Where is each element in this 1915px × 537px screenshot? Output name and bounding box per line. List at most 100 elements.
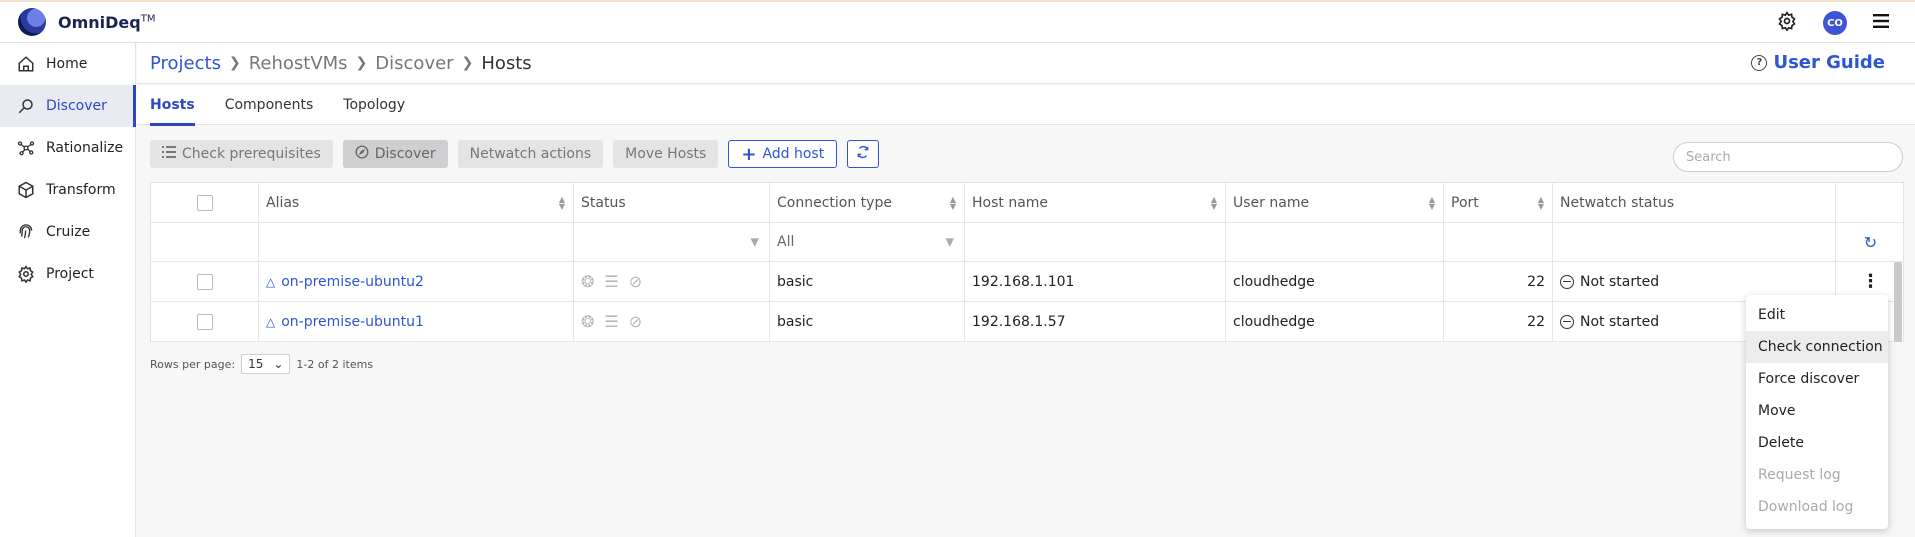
column-header-status: Status <box>574 183 770 222</box>
column-header-host-name[interactable]: Host name ▲ ▼ <box>965 183 1226 222</box>
check-prerequisites-button[interactable]: Check prerequisites <box>150 140 333 168</box>
compass-icon <box>355 145 369 163</box>
user-guide-link[interactable]: ? User Guide <box>1751 52 1885 73</box>
sidebar-item-label: Project <box>46 266 94 282</box>
refresh-icon <box>856 145 870 163</box>
refresh-icon[interactable]: ↻ <box>1843 233 1898 252</box>
sidebar-item-home[interactable]: Home <box>0 43 135 85</box>
filter-cell <box>151 223 259 261</box>
breadcrumb-project[interactable]: RehostVMs <box>249 53 348 74</box>
menu-item-delete[interactable]: Delete <box>1746 427 1888 459</box>
sidebar-item-transform[interactable]: Transform <box>0 169 135 211</box>
connection-type-cell: basic <box>770 262 965 301</box>
menu-item-check-connection[interactable]: Check connection <box>1746 331 1888 363</box>
sidebar-item-project[interactable]: Project <box>0 253 135 295</box>
host-name-filter[interactable] <box>965 223 1226 261</box>
table-scrollbar[interactable] <box>1894 262 1902 342</box>
filter-refresh-cell[interactable]: ↻ <box>1836 223 1905 261</box>
sidebar-item-rationalize[interactable]: Rationalize <box>0 127 135 169</box>
table-filter-row: ▼ All ▼ ↻ <box>151 223 1905 262</box>
minus-circle-icon <box>1560 314 1574 329</box>
menu-item-request-log: Request log <box>1758 467 1841 483</box>
menu-item-force-discover[interactable]: Force discover <box>1746 363 1888 395</box>
app-logo[interactable]: OmniDeqTM <box>18 8 155 36</box>
host-alias-link[interactable]: △ on-premise-ubuntu1 <box>266 314 424 330</box>
port-filter[interactable] <box>1444 223 1553 261</box>
row-checkbox[interactable] <box>196 273 213 290</box>
connection-type-filter[interactable]: All ▼ <box>770 223 965 261</box>
alias-cell: △ on-premise-ubuntu2 <box>259 262 574 301</box>
table-row[interactable]: △ on-premise-ubuntu1 ❂ ☰ ⊘ basic 192.168.1.… <box>151 302 1905 342</box>
sidebar-item-label: Cruize <box>46 224 91 240</box>
column-header-user-name[interactable]: User name ▲ ▼ <box>1226 183 1444 222</box>
table-row[interactable]: △ on-premise-ubuntu2 ❂ ☰ ⊘ basic 192.168.1.… <box>151 262 1905 302</box>
host-name-cell: 192.168.1.57 <box>965 302 1226 341</box>
tab-topology[interactable]: Topology <box>343 85 405 125</box>
compass-icon[interactable]: ⊘ <box>629 272 642 291</box>
sidebar-item-label: Discover <box>46 98 107 114</box>
breadcrumb-discover[interactable]: Discover <box>375 53 453 74</box>
compass-icon[interactable]: ⊘ <box>629 312 642 331</box>
discover-label: Discover <box>374 146 436 162</box>
sort-icon[interactable]: ▲ ▼ <box>1538 195 1544 210</box>
chevron-down-icon: ⌄ <box>273 357 284 371</box>
row-checkbox-cell <box>151 262 259 301</box>
plus-icon: + <box>741 143 757 165</box>
sort-icon[interactable]: ▲ ▼ <box>1429 195 1435 210</box>
pagination: Rows per page: 15 ⌄ 1-2 of 2 items <box>150 354 373 374</box>
netwatch-actions-button[interactable]: Netwatch actions <box>457 140 604 168</box>
hamburger-menu-icon[interactable] <box>1873 14 1889 32</box>
menu-item-move[interactable]: Move <box>1746 395 1888 427</box>
user-name-filter[interactable] <box>1226 223 1444 261</box>
column-header-port[interactable]: Port ▲ ▼ <box>1444 183 1553 222</box>
breadcrumb-projects[interactable]: Projects <box>150 53 221 74</box>
kebab-menu-icon[interactable]: ⋮ <box>1843 271 1898 292</box>
column-header-alias[interactable]: Alias ▲ ▼ <box>259 183 574 222</box>
tab-components[interactable]: Components <box>225 85 314 125</box>
list-icon[interactable]: ☰ <box>604 272 618 291</box>
alias-filter[interactable] <box>259 223 574 261</box>
refresh-button[interactable] <box>847 140 880 168</box>
list-icon <box>162 146 176 162</box>
netwatch-filter <box>1553 223 1836 261</box>
plug-icon[interactable]: ❂ <box>581 312 594 331</box>
row-context-menu: Edit Check connection Force discover Mov… <box>1746 295 1888 529</box>
status-cell: ❂ ☰ ⊘ <box>574 302 770 341</box>
sidebar-item-cruize[interactable]: Cruize <box>0 211 135 253</box>
list-icon[interactable]: ☰ <box>604 312 618 331</box>
chevron-right-icon: ❯ <box>228 55 241 71</box>
column-header-actions <box>1836 183 1905 222</box>
status-filter[interactable]: ▼ <box>574 223 770 261</box>
column-header-connection-type[interactable]: Connection type ▲ ▼ <box>770 183 965 222</box>
sort-icon[interactable]: ▲ ▼ <box>950 195 956 210</box>
host-name-cell: 192.168.1.101 <box>965 262 1226 301</box>
filter-icon[interactable]: ▼ <box>751 236 759 249</box>
sidebar-item-discover[interactable]: Discover <box>0 85 136 127</box>
filter-icon[interactable]: ▼ <box>946 236 954 249</box>
port-cell: 22 <box>1444 302 1553 341</box>
sort-icon[interactable]: ▲ ▼ <box>559 195 565 210</box>
top-bar: OmniDeqTM CO <box>0 0 1915 43</box>
avatar[interactable]: CO <box>1823 11 1847 35</box>
tab-hosts[interactable]: Hosts <box>150 85 195 126</box>
menu-item-edit[interactable]: Edit <box>1746 299 1888 331</box>
row-checkbox[interactable] <box>196 313 213 330</box>
alias-cell: △ on-premise-ubuntu1 <box>259 302 574 341</box>
move-hosts-button[interactable]: Move Hosts <box>613 140 719 168</box>
select-all-checkbox[interactable] <box>196 194 213 211</box>
rows-per-page-select[interactable]: 15 ⌄ <box>241 354 291 374</box>
gear-icon[interactable] <box>1777 11 1797 35</box>
sort-icon[interactable]: ▲ ▼ <box>1211 195 1217 210</box>
sidebar: Home Discover Rationalize Transform Crui… <box>0 43 136 537</box>
status-cell: ❂ ☰ ⊘ <box>574 262 770 301</box>
add-host-button[interactable]: + Add host <box>728 140 838 168</box>
host-alias-link[interactable]: △ on-premise-ubuntu2 <box>266 274 424 290</box>
breadcrumb-current: Hosts <box>481 52 532 74</box>
app-name: OmniDeqTM <box>58 12 156 32</box>
discover-button[interactable]: Discover <box>342 140 448 168</box>
plug-icon[interactable]: ❂ <box>581 272 594 291</box>
search-input[interactable]: Search <box>1673 142 1903 172</box>
move-hosts-label: Move Hosts <box>625 146 707 162</box>
rows-per-page-label: Rows per page: <box>150 357 236 371</box>
table-header-row: Alias ▲ ▼ Status Connection type ▲ ▼ Host na… <box>151 183 1905 223</box>
